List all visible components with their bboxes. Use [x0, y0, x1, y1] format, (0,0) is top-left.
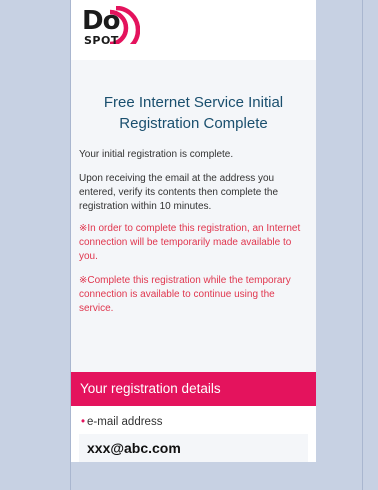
- registration-complete-content: Free Internet Service Initial Registrati…: [71, 60, 316, 372]
- required-mark: •: [81, 416, 86, 428]
- page-title: Free Internet Service Initial Registrati…: [103, 94, 284, 132]
- email-label-text: e-mail address: [87, 416, 163, 428]
- connection-notice: ※In order to complete this registration,…: [79, 223, 301, 262]
- registration-details-heading: Your registration details: [71, 372, 316, 406]
- verification-instructions: Upon receiving the email at the address …: [79, 173, 278, 212]
- completion-message: Your initial registration is complete.: [79, 149, 234, 160]
- mobile-page: Do SPOT Free Internet Service Initial Re…: [71, 0, 316, 462]
- dospot-logo: Do SPOT: [82, 6, 142, 54]
- registration-details-section: • e-mail address xxx@abc.com: [71, 406, 316, 462]
- email-field-label: • e-mail address: [79, 414, 308, 430]
- logo-text-spot: SPOT: [84, 34, 119, 47]
- page-header: Do SPOT: [71, 0, 316, 60]
- right-divider: [362, 0, 363, 490]
- email-value: xxx@abc.com: [79, 434, 308, 462]
- logo-text-do: Do: [82, 6, 120, 36]
- temporary-connection-notice: ※Complete this registration while the te…: [79, 275, 291, 314]
